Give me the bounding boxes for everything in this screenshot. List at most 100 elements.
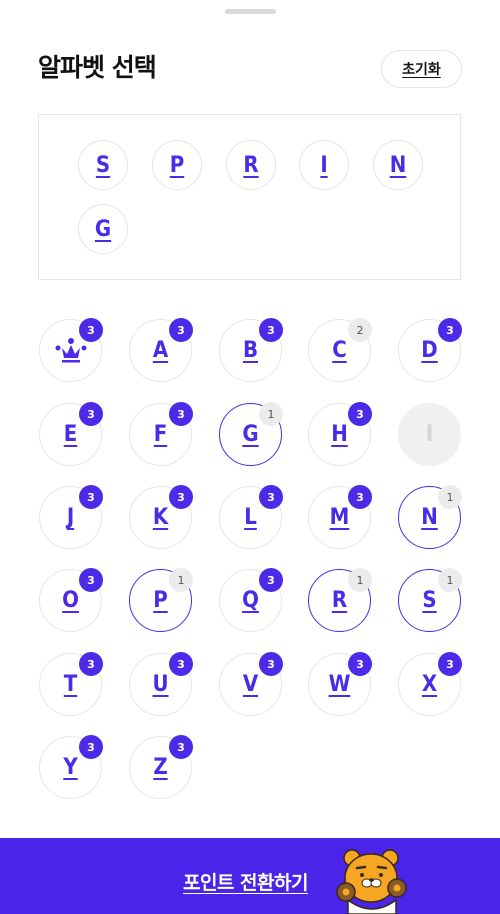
- key-letter: D: [421, 338, 438, 363]
- count-badge: 3: [169, 402, 193, 426]
- key-letter: Y: [63, 755, 78, 780]
- crown-icon: [55, 337, 86, 362]
- count-badge: 3: [438, 652, 462, 676]
- count-badge: 3: [79, 402, 103, 426]
- ryan-bear-mascot-icon: [336, 849, 407, 914]
- count-badge: 1: [438, 568, 462, 592]
- selected-letter: R: [243, 152, 259, 178]
- key-letter: U: [152, 672, 169, 697]
- count-badge: 3: [79, 318, 103, 342]
- selected-letter-chip[interactable]: G: [78, 204, 128, 254]
- key-e[interactable]: E3: [39, 402, 103, 466]
- count-badge: 3: [259, 568, 283, 592]
- count-badge: 1: [438, 485, 462, 509]
- key-v[interactable]: V3: [219, 652, 283, 716]
- key-letter: N: [421, 505, 438, 530]
- selected-letter-chip[interactable]: I: [299, 140, 349, 190]
- key-d[interactable]: D3: [398, 318, 462, 382]
- count-badge: 3: [169, 318, 193, 342]
- key-letter: G: [242, 422, 259, 447]
- key-n[interactable]: N1: [398, 485, 462, 549]
- key-m[interactable]: M3: [308, 485, 372, 549]
- selected-letter: I: [320, 152, 328, 178]
- key-letter: F: [153, 422, 168, 447]
- page-title: 알파벳 선택: [38, 53, 157, 82]
- key-letter: B: [242, 338, 259, 363]
- count-badge: 3: [169, 735, 193, 759]
- key-letter: E: [63, 422, 78, 447]
- key-p[interactable]: P1: [129, 568, 193, 632]
- key-letter: C: [332, 338, 347, 363]
- key-g[interactable]: G1: [219, 402, 283, 466]
- key-k[interactable]: K3: [129, 485, 193, 549]
- key-letter: K: [152, 505, 169, 530]
- selected-letter-chip[interactable]: N: [373, 140, 423, 190]
- drag-handle[interactable]: [225, 9, 276, 14]
- key-letter: V: [242, 672, 259, 697]
- key-crown[interactable]: 3: [39, 318, 103, 382]
- reset-button-label: 초기화: [402, 62, 441, 78]
- key-f[interactable]: F3: [129, 402, 193, 466]
- key-h[interactable]: H3: [308, 402, 372, 466]
- count-badge: 3: [348, 402, 372, 426]
- key-letter: L: [244, 505, 257, 530]
- key-b[interactable]: B3: [219, 318, 283, 382]
- key-letter: W: [328, 672, 351, 697]
- key-s[interactable]: S1: [398, 568, 462, 632]
- key-c[interactable]: C2: [308, 318, 372, 382]
- key-letter: S: [422, 588, 437, 613]
- selected-letter: N: [389, 152, 407, 178]
- count-badge: 3: [79, 735, 103, 759]
- count-badge: 3: [348, 485, 372, 509]
- count-badge: 1: [169, 568, 193, 592]
- key-letter: J: [66, 505, 75, 530]
- count-badge: 3: [79, 652, 103, 676]
- count-badge: 1: [348, 568, 372, 592]
- key-w[interactable]: W3: [308, 652, 372, 716]
- key-letter: T: [63, 672, 78, 697]
- count-badge: 3: [79, 568, 103, 592]
- key-letter: Z: [153, 755, 168, 780]
- count-badge: 3: [259, 318, 283, 342]
- selected-letter: S: [95, 152, 111, 178]
- count-badge: 3: [79, 485, 103, 509]
- convert-points-button[interactable]: 포인트 전환하기: [0, 838, 500, 914]
- key-u[interactable]: U3: [129, 652, 193, 716]
- key-letter: O: [62, 588, 79, 613]
- key-l[interactable]: L3: [219, 485, 283, 549]
- count-badge: 3: [169, 652, 193, 676]
- count-badge: 3: [348, 652, 372, 676]
- key-letter: A: [152, 338, 169, 363]
- convert-points-label: 포인트 전환하기: [183, 872, 308, 894]
- selected-letters-box: S P R I N G: [38, 114, 461, 280]
- selected-letter-chip[interactable]: P: [152, 140, 202, 190]
- key-j[interactable]: J3: [39, 485, 103, 549]
- selected-letter: P: [169, 152, 185, 178]
- key-a[interactable]: A3: [129, 318, 193, 382]
- key-o[interactable]: O3: [39, 568, 103, 632]
- count-badge: 3: [259, 485, 283, 509]
- count-badge: 1: [259, 402, 283, 426]
- selected-letter-chip[interactable]: S: [78, 140, 128, 190]
- key-y[interactable]: Y3: [39, 735, 103, 799]
- key-r[interactable]: R1: [308, 568, 372, 632]
- key-letter: H: [331, 422, 348, 447]
- key-z[interactable]: Z3: [129, 735, 193, 799]
- key-t[interactable]: T3: [39, 652, 103, 716]
- count-badge: 3: [259, 652, 283, 676]
- key-x[interactable]: X3: [398, 652, 462, 716]
- key-letter: R: [331, 588, 348, 613]
- key-letter: I: [425, 422, 434, 447]
- key-i: I: [398, 403, 461, 466]
- key-letter: X: [421, 672, 438, 697]
- key-letter: P: [153, 588, 168, 613]
- count-badge: 2: [348, 318, 372, 342]
- bottom-sheet: 알파벳 선택 초기화 SPRING 3A3B3C2D3E3F3G1H3IJ3K3…: [0, 0, 500, 914]
- key-q[interactable]: Q3: [219, 568, 283, 632]
- count-badge: 3: [169, 485, 193, 509]
- count-badge: 3: [438, 318, 462, 342]
- selected-letter: G: [94, 216, 112, 242]
- key-letter: Q: [242, 588, 259, 613]
- selected-letter-chip[interactable]: R: [226, 140, 276, 190]
- reset-button[interactable]: 초기화: [381, 50, 462, 88]
